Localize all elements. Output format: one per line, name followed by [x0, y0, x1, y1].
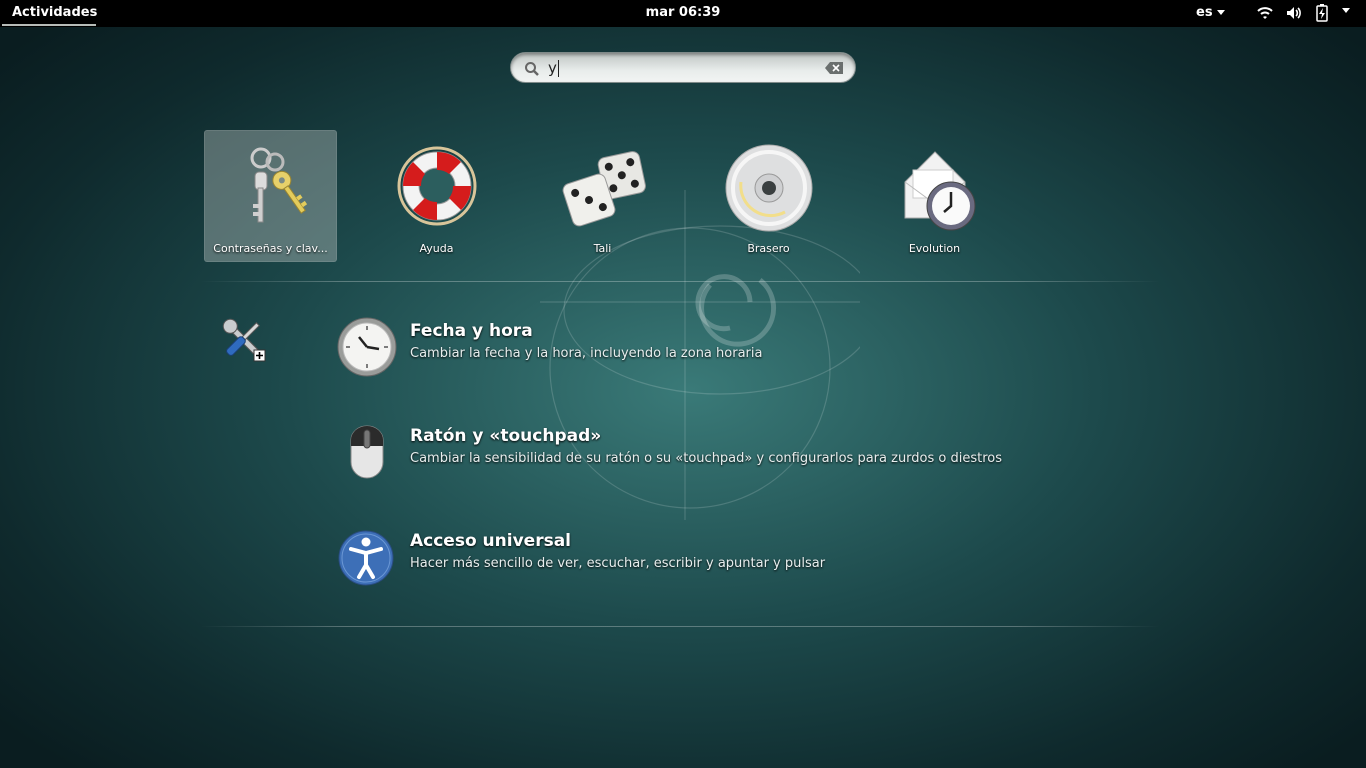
result-description: Hacer más sencillo de ver, escuchar, esc…: [410, 556, 826, 571]
separator: [200, 626, 1160, 627]
top-bar: Actividades mar 06:39 es: [0, 0, 1366, 27]
result-title: Acceso universal: [410, 531, 572, 551]
search-entry[interactable]: y: [510, 52, 856, 83]
app-label: Contraseñas y clav...: [213, 242, 328, 255]
mail-clock-icon: [904, 151, 975, 231]
accessibility-icon: [338, 530, 394, 586]
lifebuoy-icon: [397, 146, 476, 226]
language-label: es: [1196, 5, 1213, 20]
result-description: Cambiar la sensibilidad de su ratón o su…: [410, 451, 1003, 466]
separator: [200, 281, 1160, 282]
app-passwords-and-keys[interactable]: Contraseñas y clav...: [204, 130, 337, 262]
system-menu-icon[interactable]: [1342, 8, 1350, 13]
app-label: Tali: [593, 242, 612, 255]
app-tali[interactable]: Tali: [536, 130, 669, 262]
app-label: Ayuda: [419, 242, 454, 255]
wifi-icon[interactable]: [1256, 4, 1274, 22]
search-icon: [525, 62, 539, 76]
app-help[interactable]: Ayuda: [370, 130, 503, 262]
volume-icon[interactable]: [1285, 4, 1303, 22]
battery-icon[interactable]: [1315, 4, 1329, 22]
clock[interactable]: mar 06:39: [0, 5, 1366, 20]
result-title: Ratón y «touchpad»: [410, 426, 602, 446]
clock-icon: [337, 317, 397, 377]
settings-tools-icon[interactable]: [218, 314, 268, 364]
app-evolution[interactable]: Evolution: [868, 130, 1001, 262]
dice-icon: [562, 151, 646, 227]
chevron-down-icon: [1216, 10, 1225, 15]
activities-indicator: [2, 24, 96, 26]
text-cursor: [558, 60, 559, 77]
result-title: Fecha y hora: [410, 321, 533, 341]
result-description: Cambiar la fecha y la hora, incluyendo l…: [410, 346, 763, 361]
disc-icon: [725, 144, 812, 232]
mouse-icon: [350, 425, 384, 479]
app-label: Evolution: [908, 242, 961, 255]
keys-icon: [250, 147, 307, 223]
language-menu[interactable]: es: [1196, 5, 1225, 20]
app-label: Brasero: [747, 242, 790, 255]
search-input[interactable]: y: [548, 59, 557, 77]
clear-icon[interactable]: [825, 62, 843, 74]
app-brasero[interactable]: Brasero: [702, 130, 835, 262]
